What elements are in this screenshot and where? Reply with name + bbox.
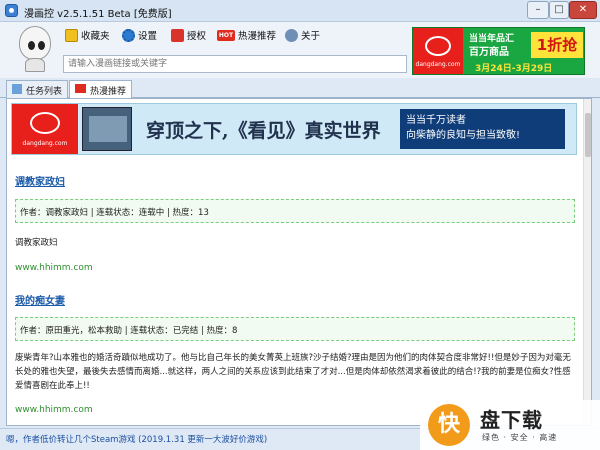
maximize-button[interactable]: □ bbox=[549, 1, 569, 19]
vertical-scrollbar[interactable] bbox=[583, 99, 591, 425]
entry-meta: 作者：调教家政妇 | 连载状态：连载中 | 热度：13 bbox=[15, 199, 575, 223]
gear-icon bbox=[122, 28, 135, 42]
tab-task-list[interactable]: 任务列表 bbox=[6, 80, 68, 98]
dangdang-logo: dangdang.com bbox=[413, 28, 463, 74]
entry-site-link[interactable]: www.hhimm.com bbox=[15, 263, 93, 273]
tab-bar: 任务列表 热漫推荐 bbox=[0, 78, 600, 99]
scrollbar-thumb[interactable] bbox=[585, 113, 591, 157]
settings-button[interactable]: 设置 bbox=[122, 27, 157, 43]
watermark-name: 盘下载 bbox=[480, 408, 543, 432]
content-panel: dangdang.com 穿顶之下,《看见》真实世界 当当千万读者 向柴静的良知… bbox=[6, 98, 592, 426]
watermark-slogan: 绿色 · 安全 · 高速 bbox=[482, 433, 558, 442]
star-folder-icon bbox=[65, 28, 78, 42]
book-cover-image bbox=[82, 107, 132, 151]
close-button[interactable]: ✕ bbox=[569, 1, 597, 19]
watermark-glyph: 快 bbox=[428, 404, 470, 446]
title-bar: 漫画控 v2.5.1.51 Beta [免费版] – □ ✕ bbox=[0, 0, 600, 22]
ad-side-box: 当当千万读者 向柴静的良知与担当致敬! bbox=[400, 109, 565, 149]
watermark-logo: 快 盘下载 绿色 · 安全 · 高速 bbox=[420, 400, 600, 450]
ad-dates: 3月24日-3月29日 bbox=[475, 64, 553, 74]
download-icon bbox=[12, 84, 22, 94]
dangdang-logo: dangdang.com bbox=[12, 104, 78, 154]
hot-badge-icon: HOT bbox=[217, 29, 235, 41]
about-button[interactable]: 关于 bbox=[285, 27, 320, 43]
hot-recommend-button[interactable]: HOT 热漫推荐 bbox=[217, 27, 276, 43]
minimize-button[interactable]: – bbox=[527, 1, 549, 19]
ad-discount: 1折抢 bbox=[531, 32, 583, 58]
vip-icon bbox=[171, 28, 184, 42]
search-input[interactable] bbox=[63, 55, 407, 73]
entry-description: 废柴青年?山本雅也的婚活奇蹟似地成功了。他与比自己年长的美女菁英上班族?沙子结婚… bbox=[15, 353, 571, 391]
ad-banner-main[interactable]: dangdang.com 穿顶之下,《看见》真实世界 当当千万读者 向柴静的良知… bbox=[11, 103, 577, 155]
info-icon bbox=[285, 28, 298, 42]
status-link[interactable]: 嗯，作者低价转让几个Steam游戏 (2019.1.31 更新一大波好价游戏) bbox=[6, 433, 267, 445]
entry-site-link[interactable]: www.hhimm.com bbox=[15, 405, 93, 415]
mascot-logo bbox=[12, 24, 58, 74]
favorites-button[interactable]: 收藏夹 bbox=[65, 27, 110, 43]
ad-line-2: 百万商品 bbox=[469, 47, 509, 58]
entry-meta: 作者：原田重光，松本救助 | 连载状态：已完结 | 热度：8 bbox=[15, 317, 575, 341]
hot-badge-icon bbox=[75, 84, 86, 93]
tab-hot-recommend[interactable]: 热漫推荐 bbox=[69, 80, 132, 99]
entry-title-link[interactable]: 我的痴女妻 bbox=[15, 292, 65, 307]
ad-headline: 穿顶之下,《看见》真实世界 bbox=[146, 120, 381, 142]
ad-banner-top[interactable]: dangdang.com 当当年品汇 百万商品 1折抢 3月24日-3月29日 bbox=[412, 27, 585, 75]
app-icon bbox=[5, 4, 18, 17]
window-title: 漫画控 v2.5.1.51 Beta [免费版] bbox=[24, 9, 172, 20]
header: 收藏夹 设置 授权 HOT 热漫推荐 关于 dangdang.com 当当年品汇… bbox=[0, 22, 600, 78]
entry-description: 调教家政妇 bbox=[15, 238, 58, 248]
entry-title-link[interactable]: 调教家政妇 bbox=[15, 173, 65, 188]
authorize-button[interactable]: 授权 bbox=[171, 27, 206, 43]
